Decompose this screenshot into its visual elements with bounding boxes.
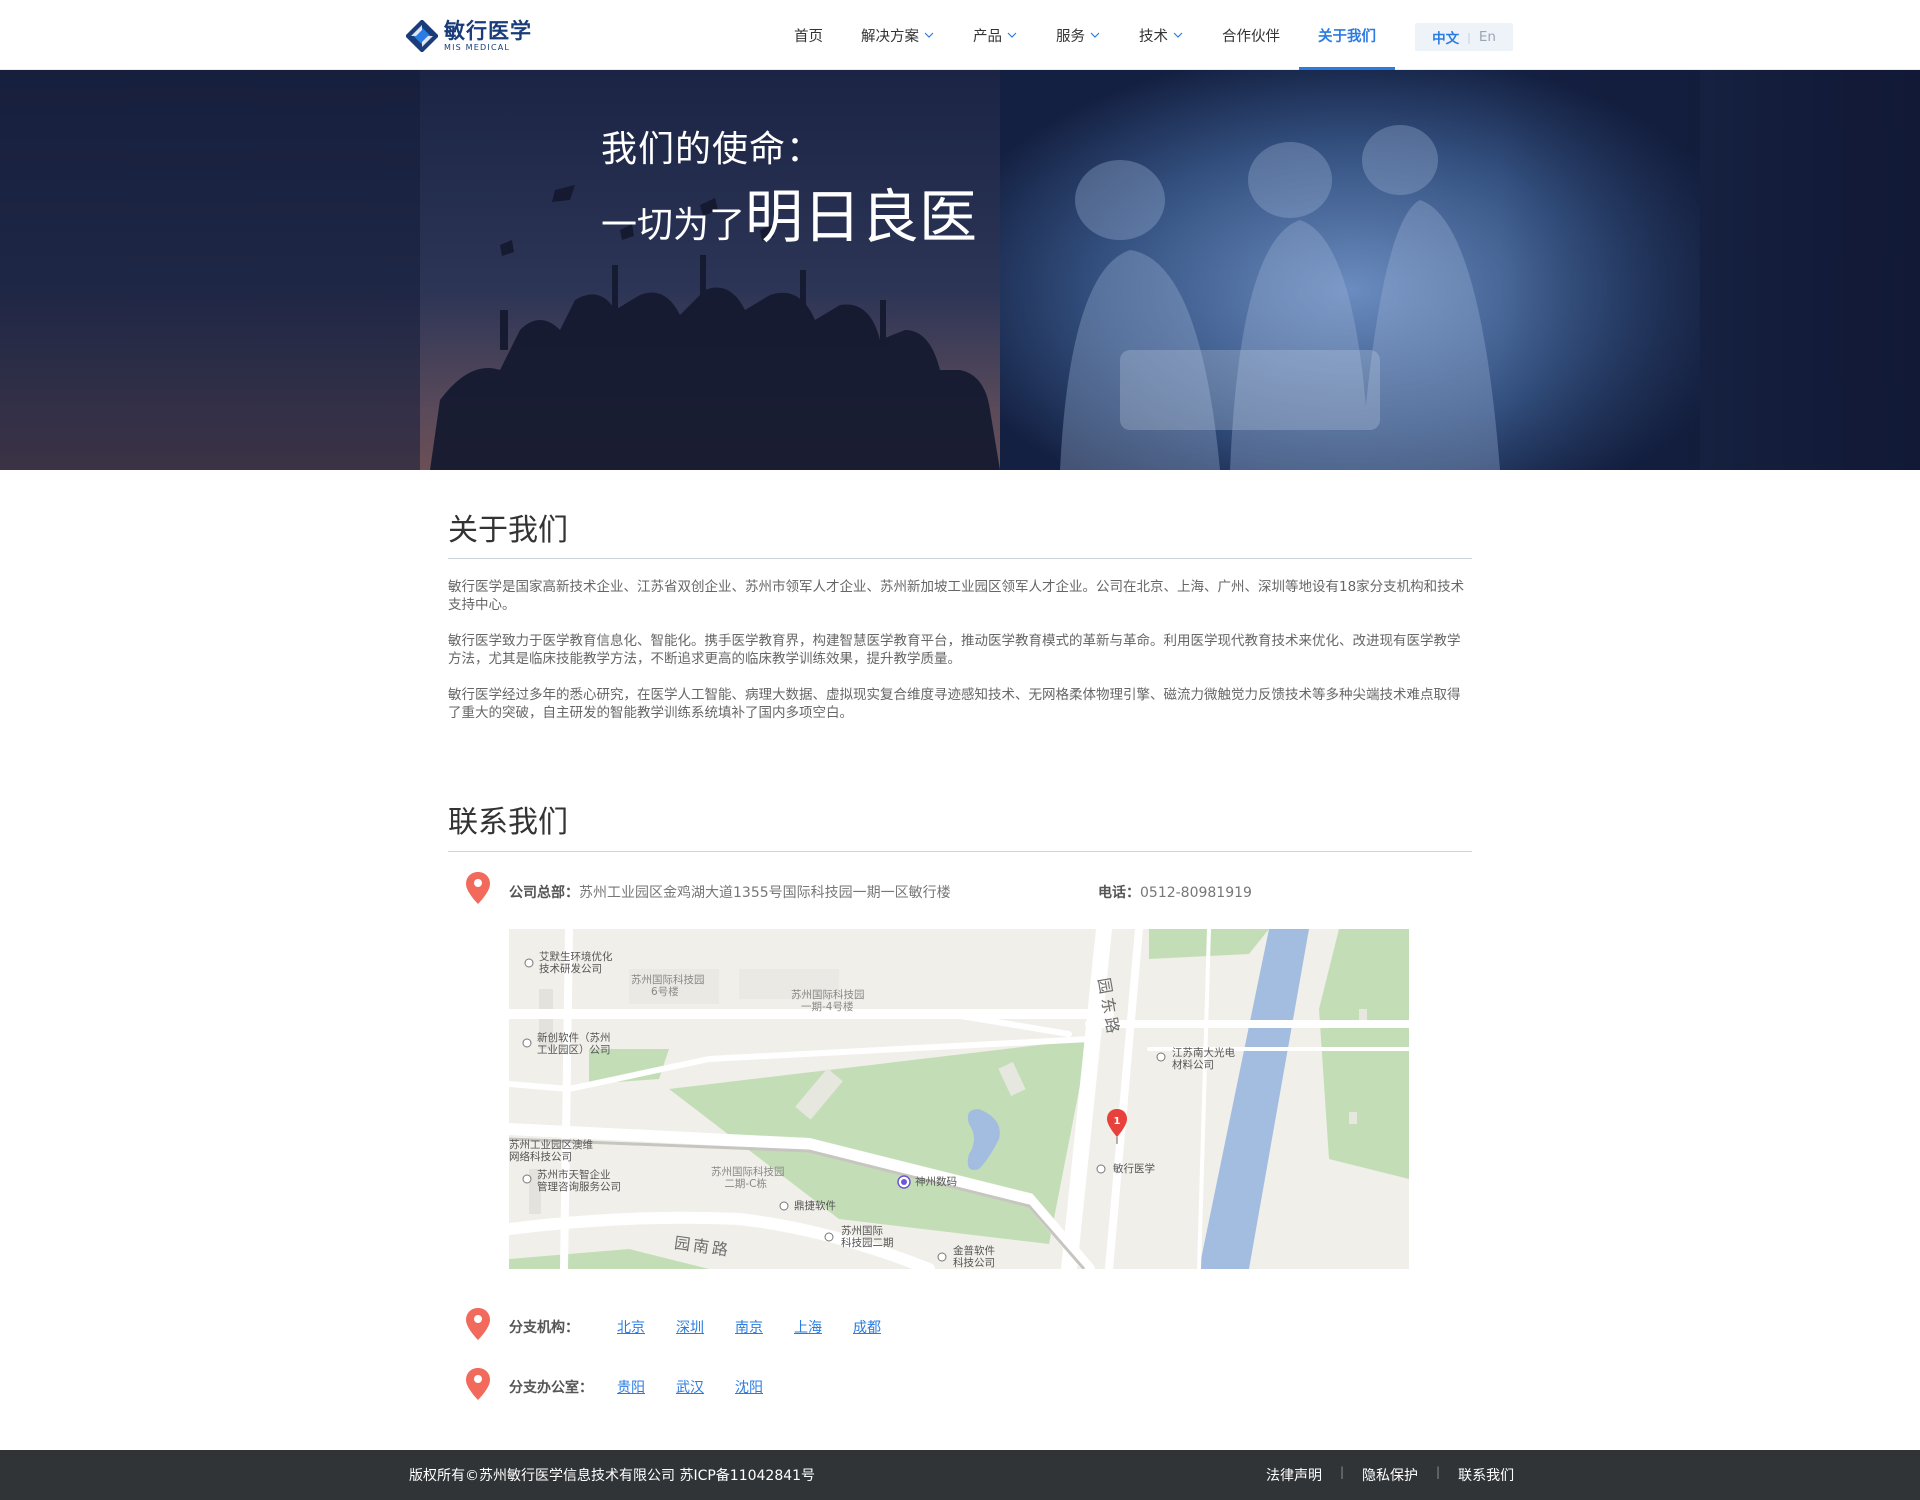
nav-item-partners[interactable]: 合作伙伴 bbox=[1203, 0, 1299, 70]
footer-link-privacy[interactable]: 隐私保护 bbox=[1362, 1465, 1418, 1485]
footer-link-legal[interactable]: 法律声明 bbox=[1266, 1465, 1322, 1485]
hero-slogan-prefix: 一切为了 bbox=[601, 205, 746, 246]
office-list: 分支办公室： 贵阳 武汉 沈阳 bbox=[509, 1377, 794, 1397]
map-poi-label: 苏州国际 科技园二期 bbox=[841, 1225, 894, 1249]
lang-zh-button[interactable]: 中文 bbox=[1432, 27, 1459, 47]
logo-icon bbox=[406, 20, 438, 52]
logo-text-en: MIS MEDICAL bbox=[444, 42, 511, 52]
copyright-text: 版权所有©苏州敏行医学信息技术有限公司 苏ICP备11042841号 bbox=[409, 1468, 816, 1484]
map-poi-label: 新创软件（苏州 工业园区）公司 bbox=[537, 1032, 611, 1056]
map-poi-label: 苏州国际科技园 一期-4号楼 bbox=[791, 989, 865, 1013]
branch-link-chengdu[interactable]: 成都 bbox=[853, 1317, 881, 1337]
chevron-down-icon bbox=[1173, 32, 1183, 38]
chevron-down-icon bbox=[1090, 32, 1100, 38]
nav-label: 解决方案 bbox=[861, 28, 919, 45]
contact-divider bbox=[448, 851, 1472, 852]
nav-item-about[interactable]: 关于我们 bbox=[1299, 0, 1395, 71]
map-poi-label: 苏州市天智企业 管理咨询服务公司 bbox=[537, 1169, 621, 1193]
map-poi-label: 艾默生环境优化 技术研发公司 bbox=[539, 951, 613, 975]
main-nav: 首页 解决方案 产品 服务 技术 合作伙伴 关于我们 bbox=[775, 0, 1395, 71]
nav-label: 服务 bbox=[1056, 28, 1085, 45]
map-poi-label: 苏州国际科技园 二期-C栋 bbox=[711, 1166, 785, 1190]
about-divider bbox=[448, 558, 1472, 559]
nav-item-products[interactable]: 产品 bbox=[954, 0, 1037, 70]
location-pin-icon bbox=[466, 872, 490, 904]
map-poi-label: 苏州工业园区澳维 网络科技公司 bbox=[509, 1139, 593, 1163]
branch-link-shenzhen[interactable]: 深圳 bbox=[676, 1317, 704, 1337]
office-link-wuhan[interactable]: 武汉 bbox=[676, 1377, 704, 1397]
branches-key: 分支机构： bbox=[509, 1320, 579, 1336]
hero-banner: 我们的使命： 一切为了明日良医 bbox=[0, 70, 1920, 470]
phone-value: 0512-80981919 bbox=[1140, 885, 1252, 901]
branch-link-beijing[interactable]: 北京 bbox=[617, 1317, 645, 1337]
phone-key: 电话： bbox=[1098, 885, 1140, 901]
office-link-guiyang[interactable]: 贵阳 bbox=[617, 1377, 645, 1397]
chevron-down-icon bbox=[1007, 32, 1017, 38]
language-switch: 中文 | En bbox=[1415, 23, 1513, 51]
map-poi-label: 金普软件 科技公司 bbox=[953, 1245, 995, 1269]
location-map[interactable]: 1 艾默生环境优化 技术研发公司 苏州国际科技园 6号楼 苏州国际科技园 一期-4… bbox=[509, 929, 1409, 1269]
nav-label: 合作伙伴 bbox=[1222, 28, 1280, 45]
about-paragraph-3: 敏行医学经过多年的悉心研究，在医学人工智能、病理大数据、虚拟现实复合维度寻迹感知… bbox=[448, 687, 1461, 721]
nav-label: 产品 bbox=[973, 28, 1002, 45]
branch-list: 分支机构： 北京 深圳 南京 上海 成都 bbox=[509, 1317, 912, 1337]
map-poi-label-target: 敏行医学 bbox=[1113, 1163, 1155, 1175]
lang-separator: | bbox=[1467, 30, 1471, 44]
hq-address-key: 公司总部： bbox=[509, 885, 579, 901]
map-poi-label: 鼎捷软件 bbox=[794, 1200, 836, 1212]
nav-item-solutions[interactable]: 解决方案 bbox=[842, 0, 954, 70]
map-poi-label: 苏州国际科技园 6号楼 bbox=[631, 974, 705, 998]
nav-item-services[interactable]: 服务 bbox=[1037, 0, 1120, 70]
hero-slogan-emphasis: 明日良医 bbox=[745, 183, 978, 251]
branch-link-shanghai[interactable]: 上海 bbox=[794, 1317, 822, 1337]
footer-separator: | bbox=[1340, 1465, 1345, 1479]
hero-mission-slogan: 一切为了明日良医 bbox=[601, 170, 977, 254]
hq-address-value: 苏州工业园区金鸡湖大道1355号国际科技园一期一区敏行楼 bbox=[579, 885, 951, 901]
location-pin-icon bbox=[466, 1368, 490, 1400]
about-title: 关于我们 bbox=[448, 513, 568, 548]
about-paragraph-1: 敏行医学是国家高新技术企业、江苏省双创企业、苏州市领军人才企业、苏州新加坡工业园… bbox=[448, 579, 1465, 613]
map-poi-label: 江苏南大光电 材料公司 bbox=[1172, 1047, 1235, 1071]
footer-links: 法律声明 | 隐私保护 | 联系我们 bbox=[1266, 1465, 1514, 1485]
footer-link-contact[interactable]: 联系我们 bbox=[1458, 1465, 1514, 1485]
lang-en-button[interactable]: En bbox=[1479, 29, 1496, 45]
nav-item-technology[interactable]: 技术 bbox=[1120, 0, 1203, 70]
map-marker-number: 1 bbox=[1114, 1116, 1121, 1127]
chevron-down-icon bbox=[924, 32, 934, 38]
nav-label: 技术 bbox=[1139, 28, 1168, 45]
site-header: 敏行医学 MIS MEDICAL 首页 解决方案 产品 服务 技术 合作伙伴 关… bbox=[0, 0, 1920, 71]
site-footer: 版权所有©苏州敏行医学信息技术有限公司 苏ICP备11042841号 法律声明 … bbox=[0, 1450, 1920, 1500]
hq-phone: 电话：0512-80981919 bbox=[1098, 882, 1252, 902]
hero-illustration bbox=[0, 70, 1920, 470]
nav-label: 首页 bbox=[794, 28, 823, 45]
nav-item-home[interactable]: 首页 bbox=[775, 0, 842, 70]
branch-link-nanjing[interactable]: 南京 bbox=[735, 1317, 763, 1337]
hero-mission-title: 我们的使命： bbox=[601, 129, 824, 170]
location-pin-icon bbox=[466, 1308, 490, 1340]
footer-separator: | bbox=[1436, 1465, 1441, 1479]
logo-text-cn: 敏行医学 bbox=[444, 18, 532, 43]
office-link-shenyang[interactable]: 沈阳 bbox=[735, 1377, 763, 1397]
contact-title: 联系我们 bbox=[448, 805, 568, 840]
company-logo[interactable]: 敏行医学 MIS MEDICAL bbox=[406, 19, 540, 53]
offices-key: 分支办公室： bbox=[509, 1380, 593, 1396]
about-paragraph-2: 敏行医学致力于医学教育信息化、智能化。携手医学教育界，构建智慧医学教育平台，推动… bbox=[448, 633, 1461, 667]
hq-address: 公司总部：苏州工业园区金鸡湖大道1355号国际科技园一期一区敏行楼 bbox=[509, 882, 951, 902]
nav-label: 关于我们 bbox=[1318, 28, 1376, 45]
map-poi-label: 神州数码 bbox=[915, 1176, 957, 1188]
